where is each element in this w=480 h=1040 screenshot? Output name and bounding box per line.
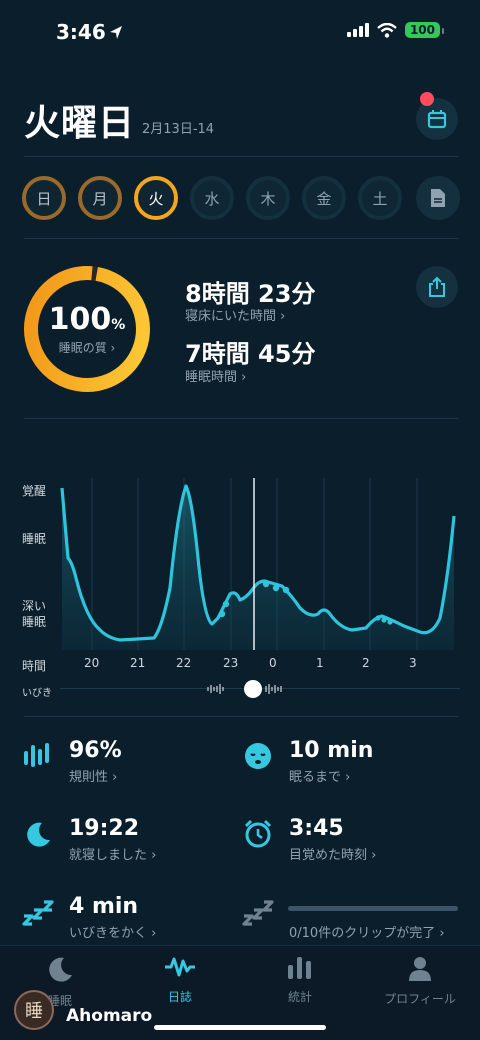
day-0[interactable]: 日 [22,176,66,220]
x-tick: 20 [84,656,100,670]
x-tick: 3 [409,656,417,670]
chart-icon [287,955,313,982]
day-2[interactable]: 火 [134,176,178,220]
metric-value: 4 min [69,894,139,919]
metric-value: 10 min [289,738,374,763]
tab-1[interactable]: 日誌 [120,955,240,1005]
day-3[interactable]: 水 [190,176,234,220]
alarm-icon [242,818,274,850]
moon-icon [22,818,54,850]
sleep-time-link[interactable]: 睡眠時間 › [185,366,246,385]
metric-value: 96% [69,738,122,763]
tab-2[interactable]: 統計 [240,955,360,1005]
location-arrow-icon [110,26,122,39]
share-button[interactable] [416,266,458,308]
x-tick: 0 [269,656,277,670]
x-tick: 1 [316,656,324,670]
metric-value: 3:45 [289,816,344,841]
hypnogram-area [62,486,454,650]
bars-icon [22,740,54,772]
watermark-logo-char: 睡 [25,1001,43,1022]
x-tick: 2 [362,656,370,670]
y-label-deep: 深い 睡眠 [22,599,47,629]
metric-link[interactable]: 眠るまで › [289,766,350,785]
wave-icon [163,955,197,982]
tab-label: 日誌 [167,990,192,1004]
metric-value: 19:22 [69,816,140,841]
moon-icon [46,955,74,986]
day-selector: 日月火水木金土 [22,176,402,220]
watermark-text: Ahomaro [66,1006,153,1026]
watermark-logo: 睡 [14,990,54,1030]
zzz-icon [22,896,54,928]
person-icon [407,955,433,984]
snore-row-label: いびき [22,688,52,699]
signal-icon [346,23,369,37]
tab-3[interactable]: プロフィール [360,955,480,1007]
x-axis-ticks: 20 21 22 23 0 1 2 3 [60,656,460,672]
y-label-sleep: 睡眠 [22,532,47,546]
metric-link[interactable]: 規則性 › [69,766,117,785]
metric-link[interactable]: 就寝しました › [69,844,156,863]
status-time: 3:46 [56,20,106,44]
time-in-bed-value: 8時間 23分 [185,280,316,308]
sleep-time-value: 7時間 45分 [185,340,316,368]
battery-indicator: 100 [404,22,445,38]
document-icon [431,189,445,207]
metric-link[interactable]: 目覚めた時刻 › [289,844,376,863]
clips-progress-bar [288,906,458,911]
x-axis-title: 時間 [22,659,47,673]
day-6[interactable]: 土 [358,176,402,220]
sleep-quality-value: 100% 睡眠の質 › [22,264,152,394]
metric-link[interactable]: いびきをかく › [69,922,156,941]
x-tick: 23 [223,656,239,670]
page-title: 火曜日 [24,103,136,144]
x-tick: 21 [130,656,146,670]
time-in-bed-link[interactable]: 寝床にいた時間 › [185,305,285,324]
sleep-hypnogram[interactable] [60,478,460,650]
tab-label: 統計 [287,990,312,1004]
divider [24,716,458,717]
timeline-scrubber[interactable] [244,680,262,698]
tab-label: プロフィール [384,992,456,1006]
zzz-icon [242,896,274,928]
day-1[interactable]: 月 [78,176,122,220]
divider [24,156,458,157]
date-range: 2月13日-14 [142,122,215,137]
metric-link[interactable]: 0/10件のクリップが完了 › [289,922,445,941]
x-tick: 22 [176,656,192,670]
calendar-icon [427,110,447,129]
quality-unit: % [111,317,126,333]
sleepy-face-icon [242,740,274,772]
quality-percent: 100 [48,302,112,337]
notification-dot [420,92,434,106]
quality-label[interactable]: 睡眠の質 › [59,339,116,356]
home-indicator[interactable] [154,1025,326,1030]
day-4[interactable]: 木 [246,176,290,220]
divider [24,418,458,419]
report-button[interactable] [416,176,460,220]
y-label-awake: 覚醒 [22,484,47,498]
wifi-icon [377,22,397,38]
day-5[interactable]: 金 [302,176,346,220]
share-icon [429,276,445,297]
divider [24,238,458,239]
status-icons: 100 [346,22,445,38]
